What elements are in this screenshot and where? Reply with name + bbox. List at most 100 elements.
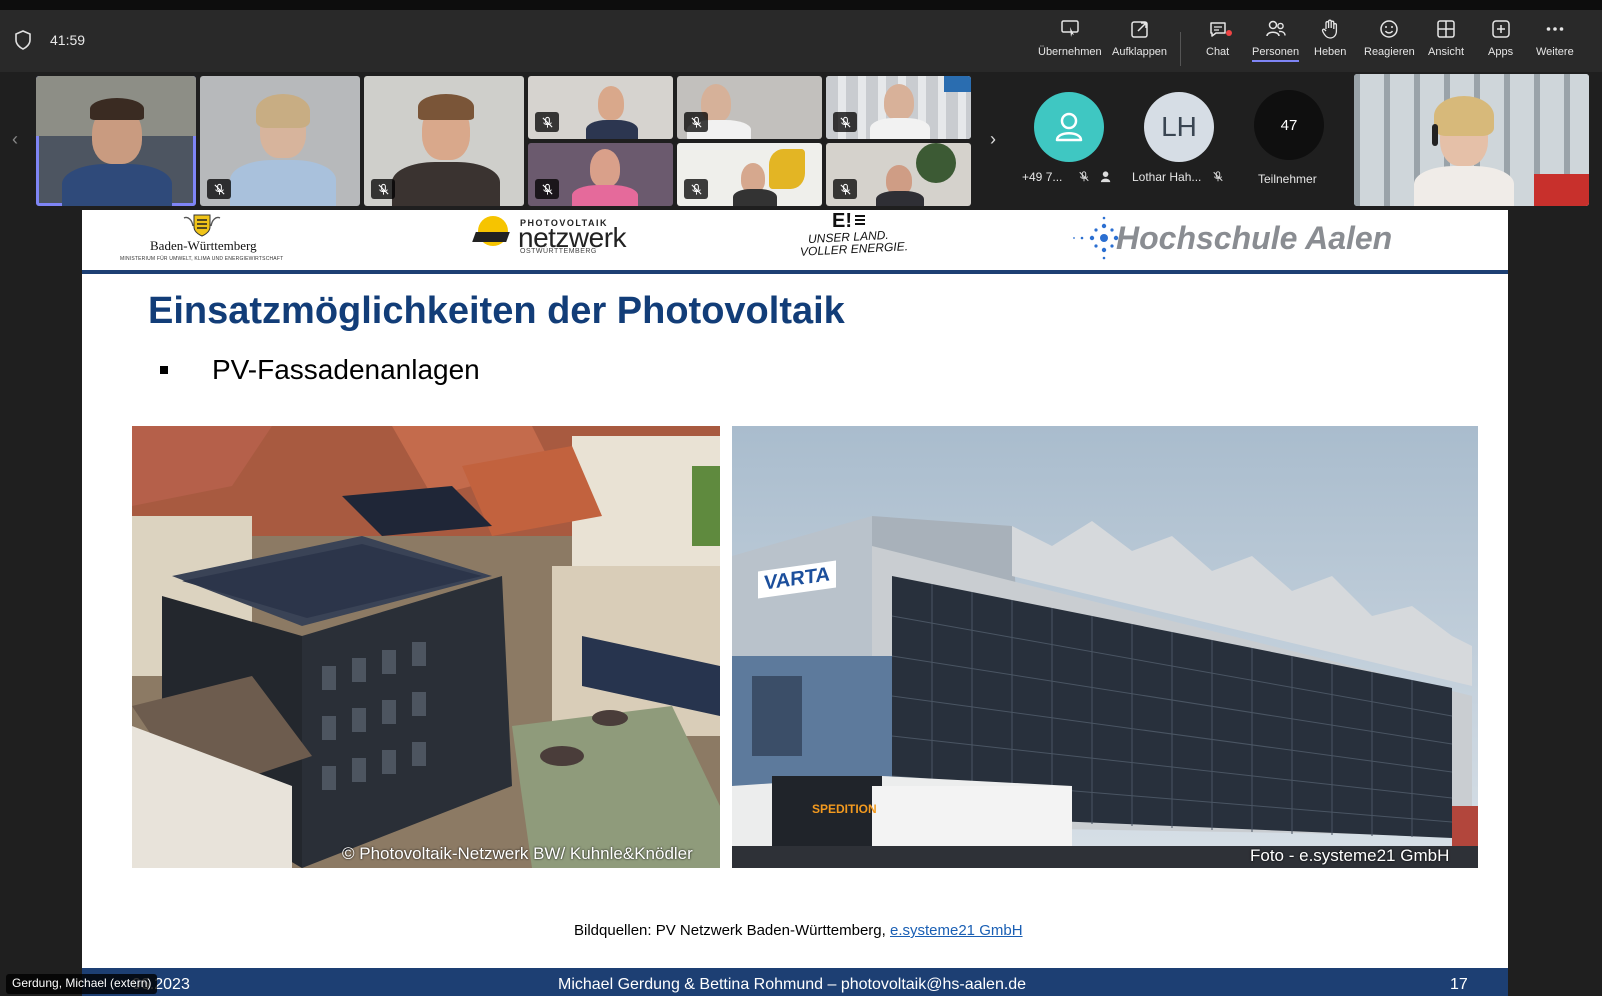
chat-notification-dot xyxy=(1226,30,1232,36)
take-control-label: Übernehmen xyxy=(1038,46,1102,58)
take-control-button[interactable]: Übernehmen xyxy=(1038,18,1102,70)
view-button[interactable]: Ansicht xyxy=(1428,18,1464,70)
bullet-marker xyxy=(160,366,168,374)
mic-off-icon xyxy=(1079,171,1089,182)
image-sources-prefix: Bildquellen: PV Netzwerk Baden-Württembe… xyxy=(574,922,890,939)
muted-indicator xyxy=(833,179,857,199)
photo-right-facade: VARTA SPEDITION Foto - e.systeme21 GmbH xyxy=(732,426,1478,868)
muted-indicator xyxy=(371,179,395,199)
avatar-initials: LH xyxy=(1161,111,1197,142)
video-tile-participant[interactable] xyxy=(677,143,822,206)
video-tile-participant[interactable] xyxy=(364,76,524,206)
strip-next-button[interactable]: › xyxy=(978,74,1008,204)
view-icon xyxy=(1437,20,1455,38)
apps-button[interactable]: Apps xyxy=(1488,18,1513,70)
presenter-name-badge: Gerdung, Michael (extern) xyxy=(6,974,158,994)
mic-off-icon xyxy=(690,116,702,128)
apps-icon xyxy=(1491,20,1510,38)
more-icon xyxy=(1546,27,1564,31)
video-tile-participant[interactable] xyxy=(826,76,971,139)
muted-indicator xyxy=(535,179,559,199)
video-tile-speaker[interactable] xyxy=(36,76,196,206)
mic-off-icon xyxy=(377,183,389,195)
react-label: Reagieren xyxy=(1364,46,1415,58)
raise-hand-button[interactable]: Heben xyxy=(1314,18,1346,70)
video-tile-participant[interactable] xyxy=(677,76,822,139)
photo-left-caption: © Photovoltaik-Netzwerk BW/ Kuhnle&Knödl… xyxy=(342,844,693,863)
photo-right-caption: Foto - e.systeme21 GmbH xyxy=(1250,846,1450,865)
mic-off-icon xyxy=(541,183,553,195)
toolbar-separator xyxy=(1180,32,1181,66)
avatar-lothar[interactable]: LH xyxy=(1144,92,1214,162)
react-button[interactable]: Reagieren xyxy=(1364,18,1415,70)
mic-off-icon xyxy=(213,183,225,195)
shared-slide: Baden-Württemberg MINISTERIUM FÜR UMWELT… xyxy=(82,210,1508,996)
pop-out-button[interactable]: Aufklappen xyxy=(1112,18,1167,70)
bw-logo-subtext: MINISTERIUM FÜR UMWELT, KLIMA UND ENERGI… xyxy=(120,256,284,262)
shield-icon xyxy=(15,30,31,50)
muted-indicator xyxy=(535,112,559,132)
bw-coat-of-arms-logo xyxy=(180,212,224,238)
more-label: Weitere xyxy=(1536,46,1574,58)
slide-logo-bar: Baden-Württemberg MINISTERIUM FÜR UMWELT… xyxy=(82,210,1508,272)
slide-footer: 06.2023 Michael Gerdung & Bettina Rohmun… xyxy=(82,968,1508,996)
video-tile-participant-large[interactable] xyxy=(1354,74,1589,206)
chevron-right-icon: › xyxy=(990,128,996,149)
hochschule-aalen-text: Hochschule Aalen xyxy=(1116,220,1393,256)
more-button[interactable]: Weitere xyxy=(1536,18,1574,70)
image-source-link[interactable]: e.systeme21 GmbH xyxy=(890,922,1023,939)
avatar-phone-participant[interactable] xyxy=(1034,92,1104,162)
pop-out-label: Aufklappen xyxy=(1112,46,1168,58)
avatar-phone-label: +49 7... xyxy=(1022,170,1063,184)
mic-off-icon xyxy=(1213,171,1223,182)
take-control-icon xyxy=(1061,20,1079,37)
raise-hand-label: Heben xyxy=(1314,46,1347,58)
video-tile-participant[interactable] xyxy=(826,143,971,206)
apps-label: Apps xyxy=(1488,46,1514,58)
image-sources: Bildquellen: PV Netzwerk Baden-Württembe… xyxy=(574,922,1023,939)
react-icon xyxy=(1380,20,1399,38)
chat-button[interactable]: Chat xyxy=(1206,18,1229,70)
mic-off-icon xyxy=(839,116,851,128)
chevron-left-icon: ‹ xyxy=(12,128,18,149)
bullet-text: PV-Fassadenanlagen xyxy=(212,354,480,385)
video-tile-participant[interactable] xyxy=(528,143,673,206)
video-tile-participant[interactable] xyxy=(528,76,673,139)
avatar-lothar-label: Lothar Hah... xyxy=(1132,170,1202,184)
meeting-timer: 41:59 xyxy=(50,32,86,48)
people-button[interactable]: Personen xyxy=(1252,18,1300,70)
footer-author: Michael Gerdung & Bettina Rohmund – phot… xyxy=(558,976,1027,993)
slide-header-rule xyxy=(82,270,1508,274)
chat-label: Chat xyxy=(1206,46,1230,58)
muted-indicator xyxy=(684,179,708,199)
window-top-strip xyxy=(0,0,1602,10)
view-label: Ansicht xyxy=(1428,46,1465,58)
strip-prev-button[interactable]: ‹ xyxy=(0,74,30,204)
muted-indicator xyxy=(207,179,231,199)
photo-left-building: © Photovoltaik-Netzwerk BW/ Kuhnle&Knödl… xyxy=(132,426,720,868)
truck-sign-text: SPEDITION xyxy=(812,802,877,816)
presenter-icon xyxy=(1100,171,1111,183)
muted-indicator xyxy=(684,112,708,132)
slide-title: Einsatzmöglichkeiten der Photovoltaik xyxy=(148,290,845,332)
ee-logo-emblem xyxy=(854,214,866,228)
participant-count: 47 xyxy=(1280,116,1298,134)
pv-netzwerk-panel-mark xyxy=(472,232,510,242)
video-tile-participant[interactable] xyxy=(200,76,360,206)
person-icon xyxy=(1055,112,1083,142)
participant-count-label: Teilnehmer xyxy=(1258,172,1317,186)
raise-hand-icon xyxy=(1322,19,1338,39)
footer-page-number: 17 xyxy=(1450,976,1468,993)
people-label: Personen xyxy=(1252,46,1300,62)
mic-off-icon xyxy=(541,116,553,128)
pop-out-icon xyxy=(1130,21,1148,38)
pv-logo-sub: OSTWÜRTTEMBERG xyxy=(520,248,597,255)
chat-icon xyxy=(1209,22,1226,37)
mic-off-icon xyxy=(839,183,851,195)
muted-indicator xyxy=(833,112,857,132)
participant-count-button[interactable]: 47 xyxy=(1254,90,1324,160)
mic-off-icon xyxy=(690,183,702,195)
people-icon xyxy=(1265,20,1286,37)
bw-logo-text: Baden-Württemberg xyxy=(150,238,257,253)
meeting-toolbar: 41:59 Übernehmen Aufklappen Chat Persone… xyxy=(0,10,1602,72)
